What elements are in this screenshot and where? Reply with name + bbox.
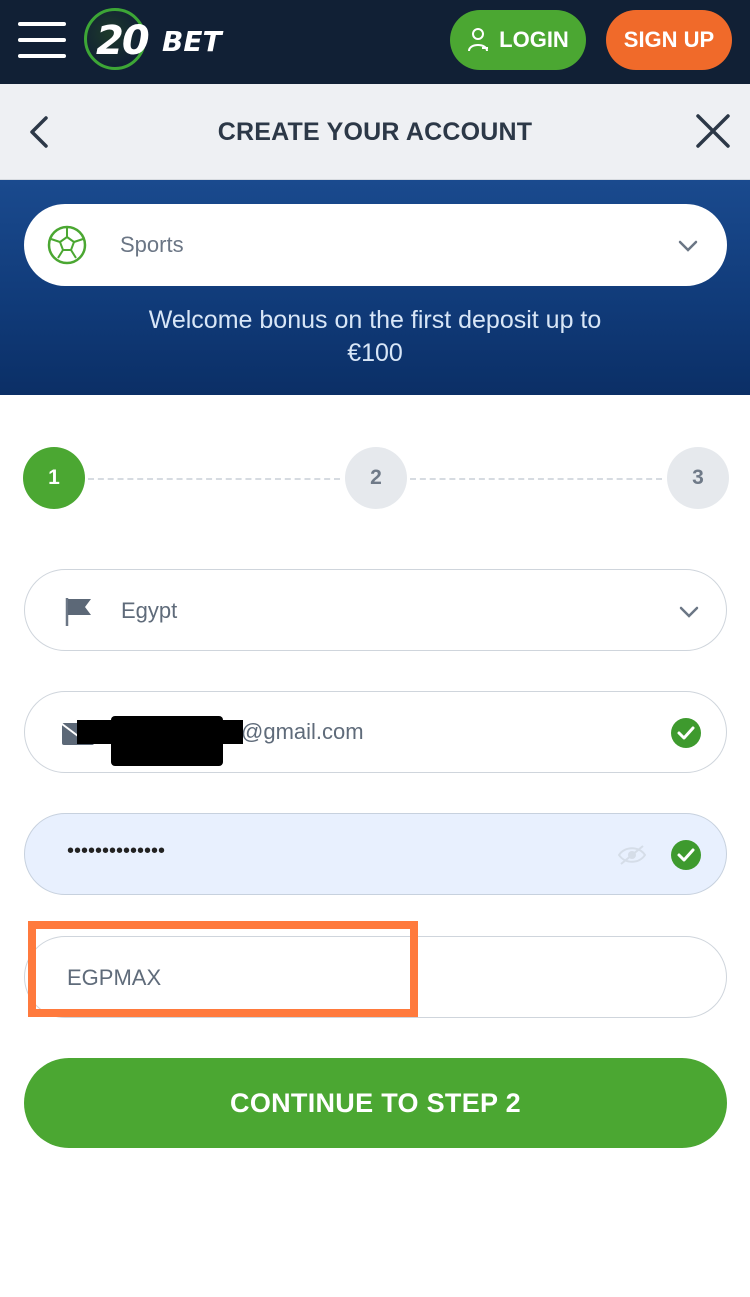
step-1: 1 xyxy=(23,447,85,509)
close-icon[interactable] xyxy=(692,110,734,152)
chevron-down-icon xyxy=(679,606,699,618)
logo-number: 20 xyxy=(96,18,150,64)
highlight-annotation xyxy=(28,921,418,1017)
password-field[interactable]: •••••••••••••• xyxy=(24,813,727,895)
password-value: •••••••••••••• xyxy=(67,840,166,862)
user-icon xyxy=(468,28,489,52)
soccer-ball-icon xyxy=(47,225,87,265)
login-label: LOGIN xyxy=(499,27,569,52)
chevron-down-icon xyxy=(678,240,698,252)
bonus-banner: Sports Welcome bonus on the first deposi… xyxy=(0,180,750,395)
check-circle-icon xyxy=(671,718,701,748)
country-select[interactable]: Egypt xyxy=(24,569,727,651)
eye-icon[interactable] xyxy=(617,844,647,866)
flag-icon xyxy=(65,598,91,626)
bonus-type-value: Sports xyxy=(120,232,184,257)
continue-button[interactable]: CONTINUE TO STEP 2 xyxy=(24,1058,727,1148)
step-connector xyxy=(88,478,340,480)
step-2: 2 xyxy=(345,447,407,509)
signup-button[interactable]: SIGN UP xyxy=(606,10,732,70)
bonus-type-select[interactable]: Sports xyxy=(24,204,727,286)
registration-stepper: 1 2 3 xyxy=(0,446,750,510)
login-button[interactable]: LOGIN xyxy=(450,10,586,70)
step-connector xyxy=(410,478,662,480)
logo[interactable]: 20 BET xyxy=(84,8,224,70)
page-title: CREATE YOUR ACCOUNT xyxy=(217,118,533,146)
welcome-bonus-text: Welcome bonus on the first deposit up to… xyxy=(148,306,602,367)
logo-text: BET xyxy=(162,25,222,58)
redaction-mark xyxy=(111,716,223,766)
email-field[interactable]: @gmail.com xyxy=(24,691,727,773)
country-value: Egypt xyxy=(121,598,178,623)
top-navigation: 20 BET LOGIN SIGN UP xyxy=(0,0,750,84)
email-value: @gmail.com xyxy=(241,719,364,744)
hamburger-menu-icon[interactable] xyxy=(18,20,66,60)
page-header: CREATE YOUR ACCOUNT xyxy=(0,84,750,180)
signup-label: SIGN UP xyxy=(623,27,715,52)
step-3: 3 xyxy=(667,447,729,509)
check-circle-icon xyxy=(671,840,701,870)
